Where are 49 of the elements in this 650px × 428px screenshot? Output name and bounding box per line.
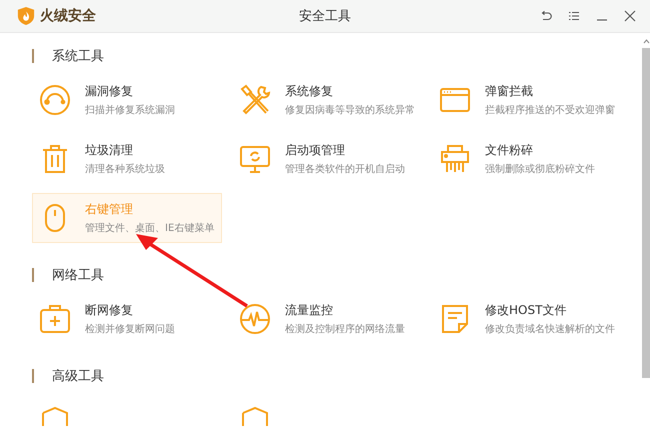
shield-icon: [239, 404, 271, 428]
tool-item[interactable]: 垃圾清理 清理各种系统垃圾: [32, 134, 222, 184]
tool-title: 垃圾清理: [85, 142, 134, 159]
tool-description: 扫描并修复系统漏洞: [85, 104, 175, 117]
tool-item[interactable]: 文件粉碎 强制删除或彻底粉碎文件: [432, 134, 622, 184]
tool-item[interactable]: 流量监控 检测及控制程序的网络流量: [232, 294, 422, 344]
section-title: 系统工具: [52, 48, 104, 65]
tool-item[interactable]: 断网修复 检测并修复断网问题: [32, 294, 222, 344]
tool-description: 拦截程序推送的不受欢迎弹窗: [485, 104, 615, 117]
tool-item[interactable]: 修改HOST文件 修改负责域名快速解析的文件: [432, 294, 622, 344]
tool-description: 修复因病毒等导致的系统异常: [285, 104, 415, 117]
tool-title: 修改HOST文件: [485, 302, 568, 319]
tool-item[interactable]: 系统修复 修复因病毒等导致的系统异常: [232, 75, 422, 125]
app-name: 火绒安全: [40, 7, 96, 25]
tool-item[interactable]: 启动项管理 管理各类软件的开机自启动: [232, 134, 422, 184]
tool-title: 系统修复: [285, 83, 334, 100]
tool-item[interactable]: 弹窗拦截 拦截程序推送的不受欢迎弹窗: [432, 75, 622, 125]
ring-icon: [39, 84, 71, 116]
tool-description: 检测及控制程序的网络流量: [285, 322, 405, 336]
tool-title: 弹窗拦截: [485, 83, 534, 100]
menu-icon[interactable]: [568, 10, 580, 22]
section-title: 网络工具: [52, 267, 104, 284]
tool-description: 强制删除或彻底粉碎文件: [485, 162, 595, 176]
tool-title: 右键管理: [85, 201, 134, 218]
tool-title: 流量监控: [285, 302, 334, 319]
shield-icon: [39, 404, 71, 428]
window-title: 安全工具: [299, 8, 351, 25]
monitor-icon: [239, 143, 271, 175]
close-icon[interactable]: [624, 10, 636, 22]
pulse-icon: [239, 303, 271, 335]
flame-shield-icon: [17, 6, 35, 26]
tool-description: 修改负责域名快速解析的文件: [485, 322, 615, 336]
first-aid-kit-icon: [39, 303, 71, 335]
section-title: 高级工具: [52, 368, 104, 385]
back-icon[interactable]: [540, 10, 552, 22]
tool-description: 管理各类软件的开机自启动: [285, 162, 405, 176]
tool-title: 漏洞修复: [85, 83, 134, 100]
tool-description: 检测并修复断网问题: [85, 322, 175, 336]
tool-description: 管理文件、桌面、IE右键菜单: [85, 222, 214, 235]
tool-title: 启动项管理: [285, 142, 346, 159]
scroll-up-icon[interactable]: [642, 39, 650, 44]
wrench-screwdriver-icon: [239, 84, 271, 116]
note-icon: [439, 303, 471, 335]
tool-title: 文件粉碎: [485, 142, 534, 159]
tool-item[interactable]: 漏洞修复 扫描并修复系统漏洞: [32, 75, 222, 125]
shredder-icon: [439, 143, 471, 175]
tool-description: 清理各种系统垃圾: [85, 162, 165, 176]
tool-title: 断网修复: [85, 302, 134, 319]
scrollbar-thumb[interactable]: [642, 48, 650, 378]
